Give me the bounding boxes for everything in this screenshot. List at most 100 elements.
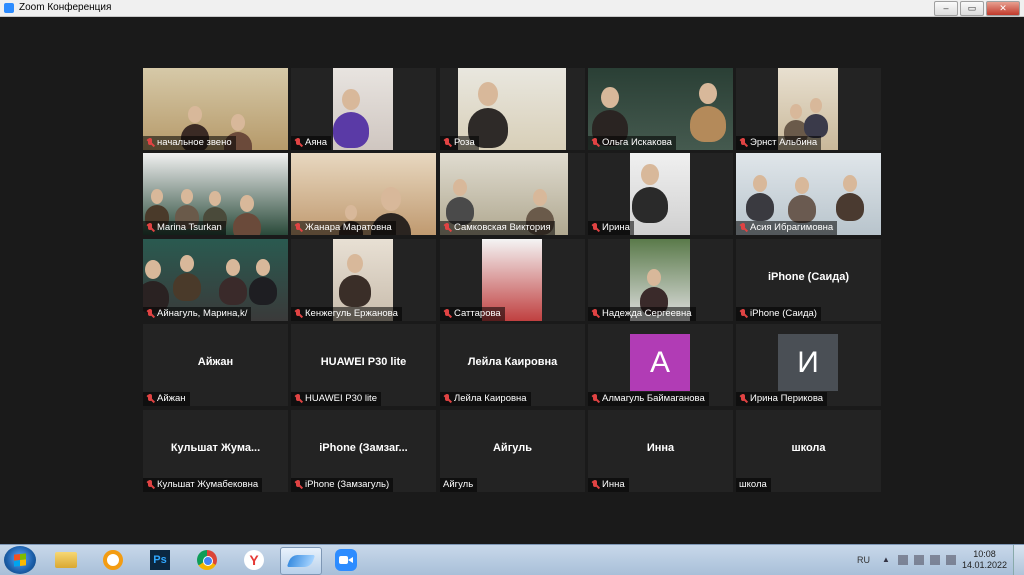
person-head <box>180 254 194 272</box>
participant-nameplate: Надежда Сергеевна <box>588 307 696 321</box>
participant-tile[interactable]: И Ирина Перикова <box>736 324 881 406</box>
participant-video <box>630 153 690 235</box>
participant-tile[interactable]: Саттарова <box>440 239 585 321</box>
mic-muted-icon <box>294 309 302 319</box>
participant-tile[interactable]: A Алмагуль Баймаганова <box>588 324 733 406</box>
participant-tile[interactable]: Ольга Искакова <box>588 68 733 150</box>
minimize-button[interactable]: – <box>934 1 958 16</box>
participant-nameplate: Айнагуль, Марина,k/ <box>143 307 252 321</box>
file-explorer-icon[interactable] <box>48 547 84 573</box>
participant-name: начальное звено <box>157 137 232 148</box>
participant-tile[interactable]: Лейла Каировна Лейла Каировна <box>440 324 585 406</box>
participant-name: Ирина Перикова <box>750 393 824 404</box>
zoom-taskbar-icon[interactable] <box>328 547 364 573</box>
display-icon[interactable] <box>945 555 956 565</box>
person-head <box>810 98 822 113</box>
mic-muted-icon <box>294 394 302 404</box>
participant-name: Кенжегуль Ержанова <box>305 308 398 319</box>
tray-app-icon[interactable] <box>897 555 908 565</box>
person-head <box>453 178 467 196</box>
participant-tile[interactable]: Жанара Маратовна <box>291 153 436 235</box>
person-head <box>240 194 254 212</box>
participant-nameplate: Лейла Каировна <box>440 392 531 406</box>
person-head <box>381 187 401 211</box>
browser-icon[interactable] <box>95 547 131 573</box>
show-desktop-button[interactable] <box>1013 545 1024 575</box>
participant-nameplate: Асия Ибрагимовна <box>736 221 838 235</box>
participant-name: Marina Tsurkan <box>157 222 222 233</box>
participant-tile[interactable]: Айнагуль, Марина,k/ <box>143 239 288 321</box>
person-silhouette <box>173 273 201 301</box>
person-head <box>256 258 270 276</box>
participant-name: Асия Ибрагимовна <box>750 222 834 233</box>
participant-nameplate: HUAWEI P30 lite <box>291 392 381 406</box>
start-button[interactable] <box>4 546 36 574</box>
person-head <box>151 189 163 204</box>
participant-tile[interactable]: Самковская Виктория <box>440 153 585 235</box>
show-hidden-icons-icon[interactable]: ▲ <box>882 555 892 565</box>
participant-tile[interactable]: Асия Ибрагимовна <box>736 153 881 235</box>
mic-muted-icon <box>739 223 747 233</box>
participant-tile[interactable]: Кенжегуль Ержанова <box>291 239 436 321</box>
mic-muted-icon <box>146 138 154 148</box>
mic-muted-icon <box>443 138 451 148</box>
photoshop-icon[interactable]: Ps <box>142 547 178 573</box>
clock-time: 10:08 <box>973 549 996 559</box>
maximize-button[interactable]: ▭ <box>960 1 984 16</box>
chrome-icon[interactable] <box>189 547 225 573</box>
participant-tile[interactable]: iPhone (Саида) iPhone (Саида) <box>736 239 881 321</box>
participant-nameplate: Жанара Маратовна <box>291 221 396 235</box>
mic-muted-icon <box>146 309 154 319</box>
person-silhouette <box>746 193 774 221</box>
participant-nameplate: Кенжегуль Ержанова <box>291 307 402 321</box>
language-indicator[interactable]: RU <box>857 555 870 565</box>
title-bar: Zoom Конференция – ▭ ✕ <box>0 0 1024 17</box>
person-head <box>533 188 547 206</box>
mic-muted-icon <box>739 309 747 319</box>
participant-display-name: школа <box>791 442 826 454</box>
volume-icon[interactable] <box>929 555 940 565</box>
person-silhouette <box>788 195 816 223</box>
participant-nameplate: Эрнст Альбина <box>736 136 822 150</box>
participant-tile[interactable]: начальное звено <box>143 68 288 150</box>
yandex-browser-icon[interactable]: Y <box>236 547 272 573</box>
participant-nameplate: Аяна <box>291 136 332 150</box>
participant-tile[interactable]: Надежда Сергеевна <box>588 239 733 321</box>
mic-muted-icon <box>146 480 154 490</box>
person-head <box>345 205 357 220</box>
participant-tile[interactable]: Айжан Айжан <box>143 324 288 406</box>
participant-tile[interactable]: Инна Инна <box>588 410 733 492</box>
participant-display-name: HUAWEI P30 lite <box>320 356 407 368</box>
participant-tile[interactable]: школа школа <box>736 410 881 492</box>
participant-tile[interactable]: Эрнст Альбина <box>736 68 881 150</box>
person-head <box>226 258 240 276</box>
clock[interactable]: 10:08 14.01.2022 <box>962 549 1007 571</box>
participant-name: Лейла Каировна <box>454 393 527 404</box>
participant-name: Кульшат Жумабековна <box>157 479 259 490</box>
participant-name: Саттарова <box>454 308 501 319</box>
participant-tile[interactable]: Айгуль Айгуль <box>440 410 585 492</box>
network-icon[interactable] <box>913 555 924 565</box>
person-head <box>843 174 857 192</box>
close-button[interactable]: ✕ <box>986 1 1020 16</box>
participant-tile[interactable]: Кульшат Жума... Кульшат Жумабековна <box>143 410 288 492</box>
participant-nameplate: Marina Tsurkan <box>143 221 226 235</box>
participant-tile[interactable]: iPhone (Замзаг... iPhone (Замзагуль) <box>291 410 436 492</box>
active-app-icon[interactable] <box>280 547 322 575</box>
participant-tile[interactable]: Аяна <box>291 68 436 150</box>
participant-nameplate: Инна <box>588 478 629 492</box>
participant-tile[interactable]: HUAWEI P30 lite HUAWEI P30 lite <box>291 324 436 406</box>
participant-tile[interactable]: Marina Tsurkan <box>143 153 288 235</box>
participant-name: Айнагуль, Марина,k/ <box>157 308 248 319</box>
participant-tile[interactable]: Роза <box>440 68 585 150</box>
person-silhouette <box>219 277 247 305</box>
person-silhouette <box>804 114 828 138</box>
participant-nameplate: Ирина <box>588 221 634 235</box>
person-head <box>601 86 619 109</box>
participant-tile[interactable]: Ирина <box>588 153 733 235</box>
person-head <box>699 82 717 105</box>
person-silhouette <box>233 213 261 235</box>
mic-muted-icon <box>443 309 451 319</box>
mic-muted-icon <box>294 223 302 233</box>
participant-avatar: A <box>630 334 690 391</box>
